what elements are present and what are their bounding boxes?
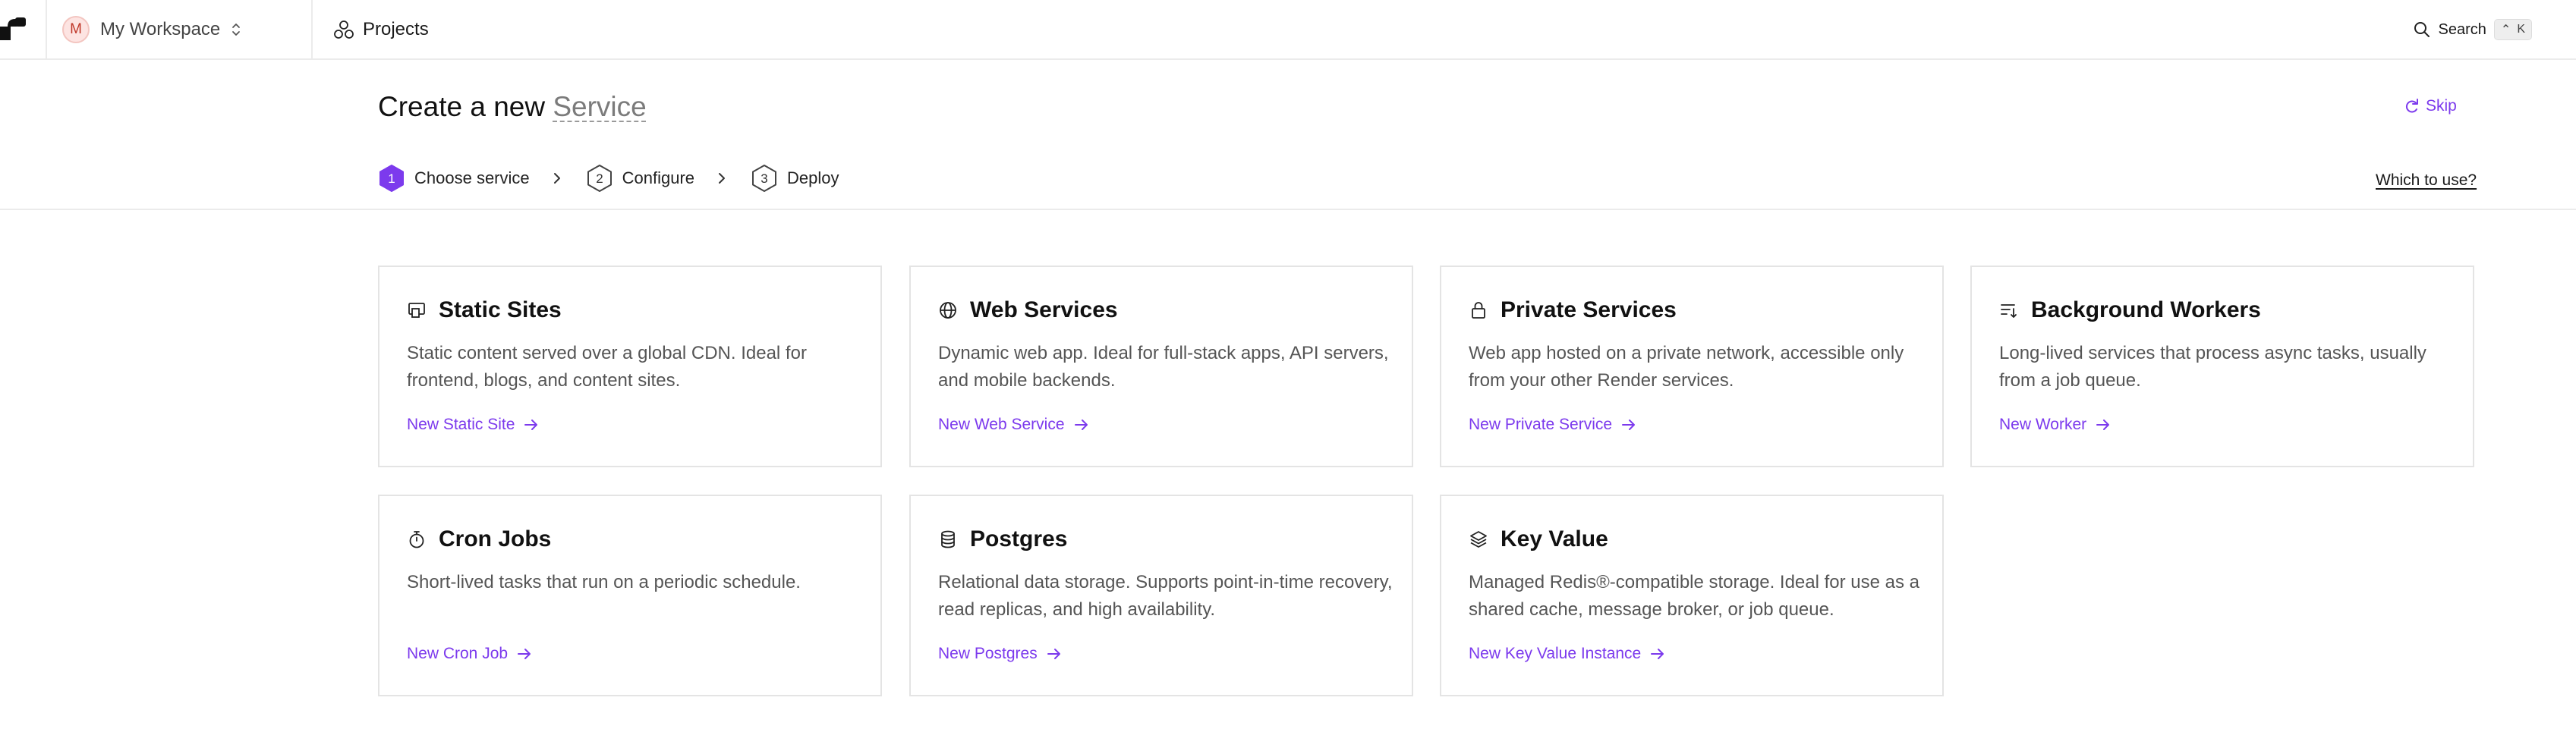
- card-link-label: New Worker: [1999, 416, 2087, 433]
- service-type-dropdown[interactable]: Service: [553, 91, 646, 122]
- step-number-icon: 3: [752, 165, 777, 192]
- service-card-cron-jobs[interactable]: Cron Jobs Short-lived tasks that run on …: [378, 495, 882, 696]
- search-button[interactable]: Search ⌃ K: [2413, 17, 2532, 42]
- stepper: 1 Choose service 2 Configure 3 Deploy: [378, 164, 839, 193]
- shortcut-modifier: ⌃: [2500, 24, 2511, 36]
- arrow-right-icon: [1651, 649, 1664, 659]
- card-link-label: New Static Site: [407, 416, 515, 433]
- card-title: Key Value: [1501, 526, 1608, 551]
- card-description: Relational data storage. Supports point-…: [938, 572, 1393, 620]
- list-arrow-icon: [2001, 304, 2017, 318]
- card-title: Static Sites: [439, 297, 562, 322]
- step-number: 1: [388, 171, 395, 186]
- step-choose-service: 1 Choose service: [378, 164, 530, 193]
- layers-icon: [1470, 531, 1487, 548]
- lock-icon: [1472, 302, 1485, 319]
- new-web-service-link[interactable]: New Web Service: [938, 416, 1089, 434]
- arrow-right-icon: [1622, 419, 1636, 430]
- card-description: Short-lived tasks that run on a periodic…: [407, 572, 801, 592]
- keyboard-shortcut: ⌃ K: [2493, 19, 2532, 40]
- divider: [311, 0, 313, 60]
- arrow-right-icon: [518, 649, 531, 659]
- globe-icon: [940, 302, 956, 319]
- card-link-label: New Web Service: [938, 416, 1065, 433]
- card-header: Cron Jobs: [407, 526, 551, 552]
- chevron-right-icon: [719, 173, 726, 184]
- card-title: Private Services: [1501, 297, 1677, 322]
- which-to-use-link[interactable]: Which to use?: [2376, 171, 2477, 190]
- card-description: Static content served over a global CDN.…: [407, 343, 807, 391]
- arrow-right-icon: [1047, 649, 1060, 659]
- step-number-icon: 1: [379, 165, 404, 192]
- new-key-value-instance-link[interactable]: New Key Value Instance: [1469, 645, 1665, 663]
- service-card-web-services[interactable]: Web Services Dynamic web app. Ideal for …: [909, 266, 1413, 467]
- step-deploy: 3 Deploy: [751, 164, 839, 193]
- step-label: Configure: [622, 168, 695, 187]
- step-label: Choose service: [414, 168, 530, 187]
- step-configure: 2 Configure: [586, 164, 694, 193]
- stopwatch-icon: [409, 531, 424, 548]
- service-card-key-value[interactable]: Key Value Managed Redis®-compatible stor…: [1440, 495, 1944, 696]
- new-static-site-link[interactable]: New Static Site: [407, 416, 539, 434]
- card-title: Cron Jobs: [439, 526, 552, 551]
- projects-label: Projects: [363, 19, 429, 39]
- divider: [0, 209, 2576, 210]
- skip-button[interactable]: Skip: [2403, 97, 2457, 115]
- page-title: Create a new Service: [378, 91, 647, 123]
- new-cron-job-link[interactable]: New Cron Job: [407, 645, 532, 663]
- card-link-label: New Private Service: [1469, 416, 1613, 433]
- projects-icon: [334, 20, 354, 39]
- step-number: 2: [596, 171, 603, 186]
- workspace-name: My Workspace: [100, 19, 221, 39]
- top-bar: M My Workspace Projects Search ⌃ K: [0, 0, 2576, 60]
- projects-link[interactable]: Projects: [334, 17, 429, 42]
- card-header: Private Services: [1469, 297, 1677, 323]
- chevron-right-icon: [553, 173, 560, 184]
- step-number: 3: [761, 171, 767, 186]
- search-label: Search: [2438, 20, 2486, 38]
- static-site-icon: [408, 303, 425, 318]
- step-label: Deploy: [787, 168, 839, 187]
- card-header: Postgres: [938, 526, 1067, 552]
- card-header: Background Workers: [1999, 297, 2261, 323]
- card-header: Key Value: [1469, 526, 1608, 552]
- database-icon: [941, 530, 955, 548]
- chevron-up-down-icon: [232, 24, 241, 36]
- card-header: Static Sites: [407, 297, 562, 323]
- card-title: Postgres: [970, 526, 1068, 551]
- step-number-icon: 2: [587, 165, 612, 192]
- service-card-static-sites[interactable]: Static Sites Static content served over …: [378, 266, 882, 467]
- arrow-right-icon: [524, 419, 538, 430]
- service-card-postgres[interactable]: Postgres Relational data storage. Suppor…: [909, 495, 1413, 696]
- avatar: M: [62, 16, 90, 43]
- card-title: Web Services: [970, 297, 1118, 322]
- new-private-service-link[interactable]: New Private Service: [1469, 416, 1636, 434]
- divider: [46, 0, 47, 60]
- skip-arrow-icon: [2406, 99, 2418, 113]
- new-postgres-link[interactable]: New Postgres: [938, 645, 1062, 663]
- shortcut-key: K: [2517, 23, 2525, 36]
- card-title: Background Workers: [2031, 297, 2261, 322]
- card-description: Dynamic web app. Ideal for full-stack ap…: [938, 343, 1389, 391]
- arrow-right-icon: [2096, 419, 2110, 430]
- service-card-private-services[interactable]: Private Services Web app hosted on a pri…: [1440, 266, 1944, 467]
- service-card-background-workers[interactable]: Background Workers Long-lived services t…: [1970, 266, 2474, 467]
- skip-label: Skip: [2426, 97, 2457, 115]
- card-link-label: New Postgres: [938, 645, 1038, 662]
- card-link-label: New Cron Job: [407, 645, 509, 662]
- card-description: Managed Redis®-compatible storage. Ideal…: [1469, 572, 1920, 620]
- new-worker-link[interactable]: New Worker: [1999, 416, 2111, 434]
- card-description: Web app hosted on a private network, acc…: [1469, 343, 1904, 391]
- search-icon: [2414, 22, 2430, 37]
- card-header: Web Services: [938, 297, 1118, 323]
- arrow-right-icon: [1074, 419, 1088, 430]
- render-logo-icon[interactable]: [0, 17, 26, 40]
- page-title-prefix: Create a new: [378, 91, 546, 122]
- card-description: Long-lived services that process async t…: [1999, 343, 2426, 391]
- card-link-label: New Key Value Instance: [1469, 645, 1642, 662]
- workspace-switcher[interactable]: M My Workspace: [62, 15, 241, 44]
